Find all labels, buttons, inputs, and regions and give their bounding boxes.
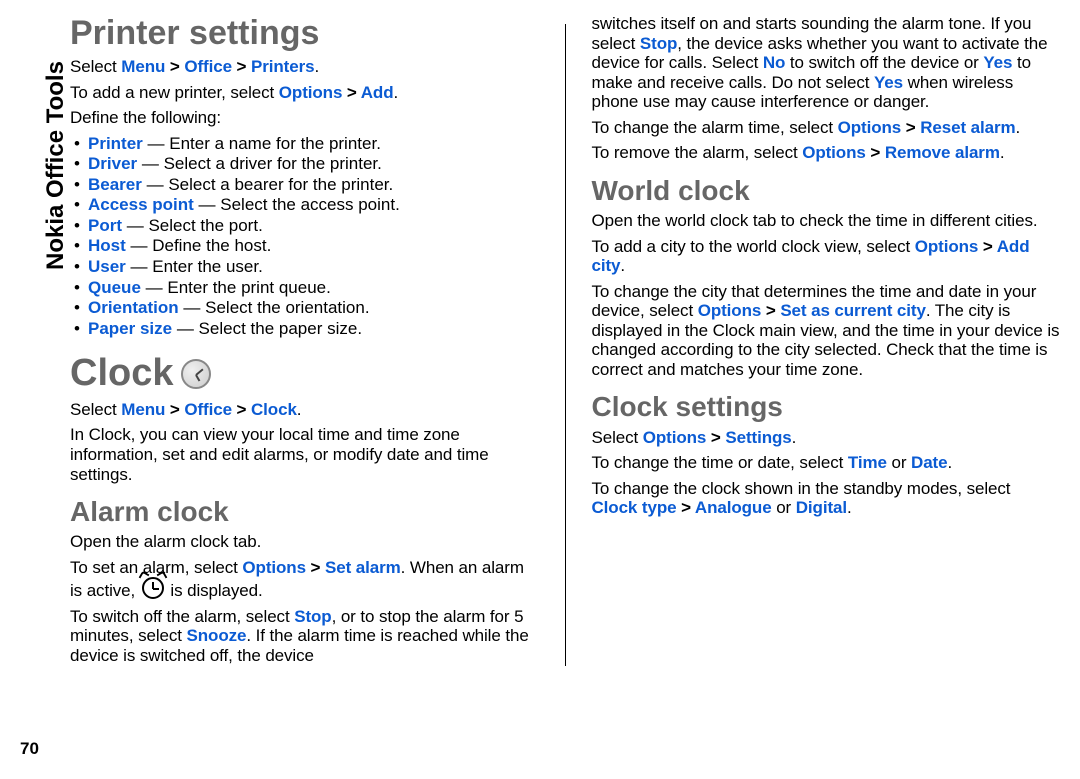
clock-intro: In Clock, you can view your local time a… <box>70 425 539 484</box>
printer-add-path: To add a new printer, select Options > A… <box>70 83 539 103</box>
list-item: Paper size — Select the paper size. <box>70 319 539 339</box>
list-item: Orientation — Select the orientation. <box>70 298 539 318</box>
column-separator <box>565 24 566 666</box>
alarm-set: To set an alarm, select Options > Set al… <box>70 558 539 601</box>
printer-options-list: Printer — Enter a name for the printer. … <box>70 134 539 338</box>
right-column: switches itself on and starts sounding t… <box>591 10 1060 672</box>
world-add-city: To add a city to the world clock view, s… <box>591 237 1060 276</box>
clock-heading-row: Clock <box>70 352 539 396</box>
alarm-continuation: switches itself on and starts sounding t… <box>591 14 1060 112</box>
clock-icon <box>181 359 211 389</box>
clock-settings-heading: Clock settings <box>591 391 1060 423</box>
cs-select: Select Options > Settings. <box>591 428 1060 448</box>
clock-heading: Clock <box>70 352 173 396</box>
list-item: Printer — Enter a name for the printer. <box>70 134 539 154</box>
left-column: Printer settings Select Menu > Office > … <box>70 10 539 672</box>
manual-page: Nokia Office Tools 70 Printer settings S… <box>0 0 1080 779</box>
alarm-change: To change the alarm time, select Options… <box>591 118 1060 138</box>
side-label-container: Nokia Office Tools <box>8 0 48 320</box>
list-item: Access point — Select the access point. <box>70 195 539 215</box>
define-following: Define the following: <box>70 108 539 128</box>
world-open: Open the world clock tab to check the ti… <box>591 211 1060 231</box>
printer-settings-heading: Printer settings <box>70 14 539 53</box>
list-item: User — Enter the user. <box>70 257 539 277</box>
alarm-icon <box>142 577 164 599</box>
list-item: Port — Select the port. <box>70 216 539 236</box>
two-column-layout: Printer settings Select Menu > Office > … <box>40 0 1060 672</box>
cs-clock-type: To change the clock shown in the standby… <box>591 479 1060 518</box>
clock-select-path: Select Menu > Office > Clock. <box>70 400 539 420</box>
side-label: Nokia Office Tools <box>42 61 70 270</box>
world-set-current: To change the city that determines the t… <box>591 282 1060 380</box>
printer-select-path: Select Menu > Office > Printers. <box>70 57 539 77</box>
list-item: Queue — Enter the print queue. <box>70 278 539 298</box>
alarm-open: Open the alarm clock tab. <box>70 532 539 552</box>
world-clock-heading: World clock <box>591 175 1060 207</box>
alarm-switch: To switch off the alarm, select Stop, or… <box>70 607 539 666</box>
page-number: 70 <box>20 739 39 759</box>
list-item: Host — Define the host. <box>70 236 539 256</box>
alarm-remove: To remove the alarm, select Options > Re… <box>591 143 1060 163</box>
cs-timedate: To change the time or date, select Time … <box>591 453 1060 473</box>
list-item: Bearer — Select a bearer for the printer… <box>70 175 539 195</box>
list-item: Driver — Select a driver for the printer… <box>70 154 539 174</box>
alarm-clock-heading: Alarm clock <box>70 496 539 528</box>
